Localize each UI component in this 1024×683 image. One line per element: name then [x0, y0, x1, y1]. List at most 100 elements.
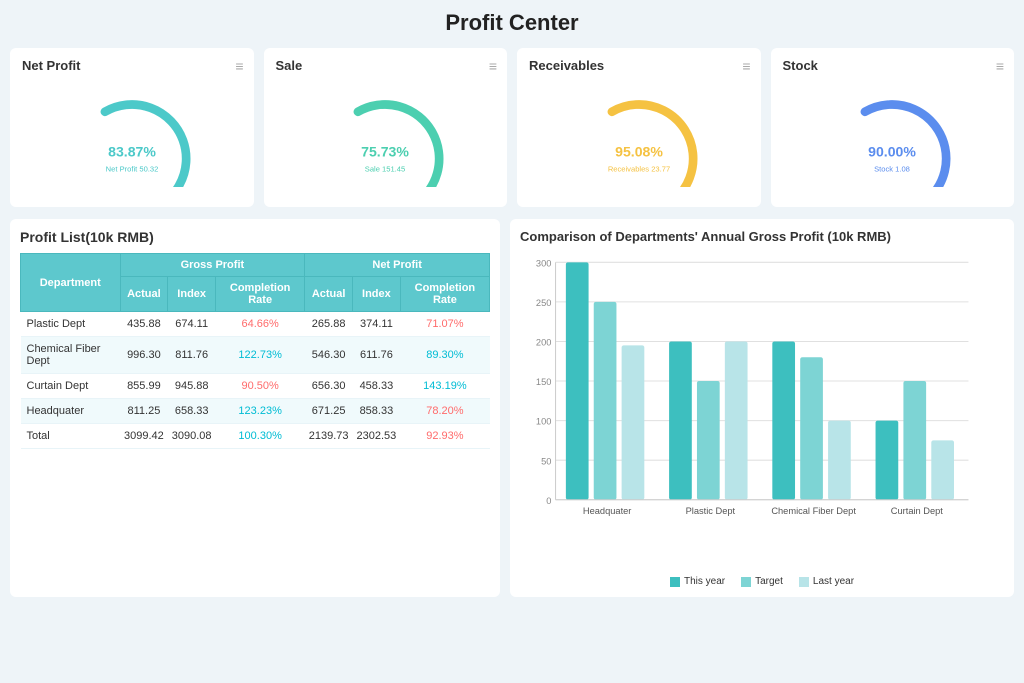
legend-dot-1 — [741, 577, 751, 587]
table-cell: 64.66% — [216, 312, 305, 337]
table-cell: Headquater — [21, 399, 121, 424]
legend-label-0: This year — [684, 576, 725, 587]
gauge-container-net-profit: 83.87% Net Profit 50.32 — [22, 77, 242, 197]
profit-list-panel: Profit List(10k RMB) Department Gross Pr… — [10, 219, 500, 597]
svg-text:Headquater: Headquater — [583, 506, 632, 516]
bar-chart-svg: 050100150200250300HeadquaterPlastic Dept… — [520, 252, 1004, 572]
table-cell: 2302.53 — [353, 424, 401, 449]
table-cell: 671.25 — [305, 399, 353, 424]
np-index-header: Index — [353, 277, 401, 312]
table-cell: 611.76 — [353, 337, 401, 374]
table-cell: 374.11 — [353, 312, 401, 337]
card-stock: Stock≡ 90.00%Stock 1.08 — [771, 48, 1015, 207]
gauge-container-receivables: 95.08% Receivables 23.77 — [529, 77, 749, 197]
gp-completion-header: Completion Rate — [216, 277, 305, 312]
table-cell: 945.88 — [168, 374, 216, 399]
table-cell: 2139.73 — [305, 424, 353, 449]
legend-item-0: This year — [670, 576, 725, 587]
gross-profit-header: Gross Profit — [120, 254, 305, 277]
chart-title: Comparison of Departments' Annual Gross … — [520, 229, 1004, 244]
table-cell: Chemical Fiber Dept — [21, 337, 121, 374]
table-cell: Plastic Dept — [21, 312, 121, 337]
table-cell: 458.33 — [353, 374, 401, 399]
table-cell: 811.76 — [168, 337, 216, 374]
table-cell: 71.07% — [400, 312, 489, 337]
table-cell: 122.73% — [216, 337, 305, 374]
svg-text:95.08%: 95.08% — [615, 144, 663, 160]
table-cell: 143.19% — [400, 374, 489, 399]
table-cell: 674.11 — [168, 312, 216, 337]
card-sale: Sale≡ 75.73% Sale 151.45 — [264, 48, 508, 207]
table-cell: 855.99 — [120, 374, 168, 399]
table-cell: 546.30 — [305, 337, 353, 374]
table-cell: 658.33 — [168, 399, 216, 424]
card-title-net-profit: Net Profit — [22, 58, 242, 73]
svg-text:250: 250 — [536, 298, 552, 308]
svg-text:Curtain Dept: Curtain Dept — [891, 506, 944, 516]
card-menu-icon-receivables[interactable]: ≡ — [742, 58, 750, 74]
table-cell: 90.50% — [216, 374, 305, 399]
table-cell: 100.30% — [216, 424, 305, 449]
svg-text:Plastic Dept: Plastic Dept — [686, 506, 736, 516]
svg-text:100: 100 — [536, 417, 552, 427]
svg-text:150: 150 — [536, 377, 552, 387]
table-cell: 996.30 — [120, 337, 168, 374]
svg-text:200: 200 — [536, 338, 552, 348]
chart-area: 050100150200250300HeadquaterPlastic Dept… — [520, 252, 1004, 572]
card-menu-icon-stock[interactable]: ≡ — [996, 58, 1004, 74]
table-cell: 89.30% — [400, 337, 489, 374]
table-cell: 3099.42 — [120, 424, 168, 449]
svg-text:Chemical Fiber Dept: Chemical Fiber Dept — [771, 506, 856, 516]
table-cell: 92.93% — [400, 424, 489, 449]
table-cell: 265.88 — [305, 312, 353, 337]
table-cell: Total — [21, 424, 121, 449]
table-row: Plastic Dept435.88674.1164.66%265.88374.… — [21, 312, 490, 337]
legend-dot-2 — [799, 577, 809, 587]
gauge-container-sale: 75.73% Sale 151.45 — [276, 77, 496, 197]
svg-text:Net Profit 50.32: Net Profit 50.32 — [105, 165, 158, 174]
legend-label-2: Last year — [813, 576, 854, 587]
table-cell: 858.33 — [353, 399, 401, 424]
table-cell: 3090.08 — [168, 424, 216, 449]
dept-header: Department — [21, 254, 121, 312]
table-cell: 811.25 — [120, 399, 168, 424]
table-row: Headquater811.25658.33123.23%671.25858.3… — [21, 399, 490, 424]
gauge-container-stock: 90.00%Stock 1.08 — [783, 77, 1003, 197]
svg-text:300: 300 — [536, 258, 552, 268]
gp-actual-header: Actual — [120, 277, 168, 312]
table-cell: Curtain Dept — [21, 374, 121, 399]
svg-text:75.73%: 75.73% — [361, 144, 409, 160]
net-profit-header: Net Profit — [305, 254, 490, 277]
card-receivables: Receivables≡95.08%Receivables 23.77 — [517, 48, 761, 207]
table-cell: 435.88 — [120, 312, 168, 337]
card-title-stock: Stock — [783, 58, 1003, 73]
table-cell: 656.30 — [305, 374, 353, 399]
np-completion-header: Completion Rate — [400, 277, 489, 312]
legend-label-1: Target — [755, 576, 783, 587]
svg-text:Receivables 23.77: Receivables 23.77 — [608, 165, 670, 174]
card-net-profit: Net Profit≡ 83.87% Net Profit 50.32 — [10, 48, 254, 207]
card-title-sale: Sale — [276, 58, 496, 73]
chart-legend: This year Target Last year — [520, 576, 1004, 587]
card-menu-icon-sale[interactable]: ≡ — [489, 58, 497, 74]
bottom-section: Profit List(10k RMB) Department Gross Pr… — [10, 219, 1014, 597]
comparison-chart-panel: Comparison of Departments' Annual Gross … — [510, 219, 1014, 597]
svg-text:0: 0 — [546, 496, 551, 506]
table-cell: 123.23% — [216, 399, 305, 424]
profit-table: Department Gross Profit Net Profit Actua… — [20, 253, 490, 449]
svg-text:90.00%: 90.00% — [868, 144, 916, 160]
table-cell: 78.20% — [400, 399, 489, 424]
profit-list-title: Profit List(10k RMB) — [20, 229, 490, 245]
np-actual-header: Actual — [305, 277, 353, 312]
table-row: Total3099.423090.08100.30%2139.732302.53… — [21, 424, 490, 449]
table-row: Chemical Fiber Dept996.30811.76122.73%54… — [21, 337, 490, 374]
top-cards-section: Net Profit≡83.87%Net Profit 50.32Sale≡75… — [10, 48, 1014, 207]
gp-index-header: Index — [168, 277, 216, 312]
legend-item-2: Last year — [799, 576, 854, 587]
card-menu-icon-net-profit[interactable]: ≡ — [235, 58, 243, 74]
page-title: Profit Center — [10, 10, 1014, 36]
svg-text:83.87%: 83.87% — [108, 144, 156, 160]
legend-dot-0 — [670, 577, 680, 587]
svg-text:Sale 151.45: Sale 151.45 — [365, 165, 405, 174]
table-row: Curtain Dept855.99945.8890.50%656.30458.… — [21, 374, 490, 399]
